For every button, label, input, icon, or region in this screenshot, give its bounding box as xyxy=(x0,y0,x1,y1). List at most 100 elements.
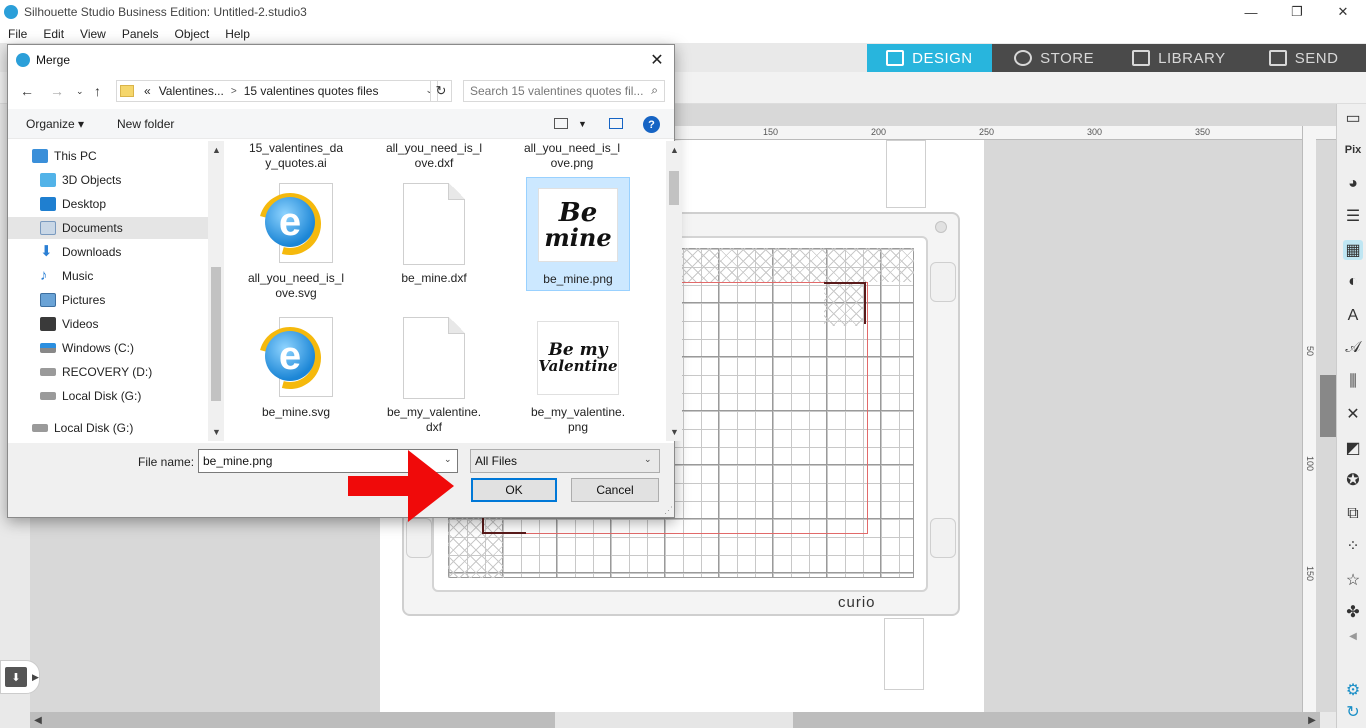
nav-pane-scrollbar-thumb[interactable] xyxy=(211,267,221,401)
text-icon[interactable]: A xyxy=(1343,306,1363,326)
menu-panels[interactable]: Panels xyxy=(114,27,167,41)
line-style-icon[interactable]: ☰ xyxy=(1343,206,1363,226)
ruler-tick: 300 xyxy=(1087,127,1103,137)
fill-color-icon[interactable]: ◕ xyxy=(1343,174,1363,194)
text-style-icon[interactable]: 𝒜 xyxy=(1343,338,1363,358)
nav-item-3d-objects[interactable]: 3D Objects xyxy=(8,169,208,191)
breadcrumb-parent[interactable]: Valentines... xyxy=(155,84,228,98)
desktop-icon xyxy=(40,197,56,211)
up-arrow-icon[interactable]: ↑ xyxy=(94,83,101,99)
tab-design[interactable]: DESIGN xyxy=(867,44,992,72)
preview-pane-icon[interactable] xyxy=(609,118,623,129)
tab-library[interactable]: LIBRARY xyxy=(1117,44,1242,72)
file-name: all_you_need_is_l xyxy=(385,141,483,155)
nav-item-videos[interactable]: Videos xyxy=(8,313,208,335)
chevron-down-icon[interactable]: ▼ xyxy=(578,119,587,129)
resize-grip-icon[interactable]: ⋰ xyxy=(664,505,673,516)
scroll-right-icon[interactable]: ▶ xyxy=(1304,712,1320,728)
nav-item-pictures[interactable]: Pictures xyxy=(8,289,208,311)
star-icon[interactable]: ☆ xyxy=(1343,570,1363,590)
menu-edit[interactable]: Edit xyxy=(35,27,72,41)
file-name: all_you_need_is_l xyxy=(523,141,621,155)
nav-item-local-disk-g[interactable]: Local Disk (G:) xyxy=(8,385,208,407)
view-options-icon[interactable] xyxy=(554,118,568,129)
ok-button[interactable]: OK xyxy=(471,478,557,502)
scroll-left-icon[interactable]: ◀ xyxy=(30,712,46,728)
nav-item-desktop[interactable]: Desktop xyxy=(8,193,208,215)
trace-icon[interactable]: ✕ xyxy=(1343,404,1363,424)
mode-tabs: DESIGN STORE LIBRARY SEND xyxy=(867,44,1366,72)
chevron-down-icon[interactable]: ⌄ xyxy=(644,454,652,465)
puzzle-icon[interactable]: ✤ xyxy=(1343,602,1363,622)
nav-item-label: Music xyxy=(62,269,94,283)
new-folder-button[interactable]: New folder xyxy=(117,117,174,131)
modify-icon[interactable]: ◩ xyxy=(1343,438,1363,458)
dialog-close-button[interactable]: ✕ xyxy=(646,49,668,71)
align-icon[interactable]: ⫼ xyxy=(1343,372,1363,392)
help-icon[interactable]: ? xyxy=(643,116,660,133)
horizontal-scrollbar-thumb[interactable] xyxy=(555,712,793,728)
ruler-tick: 350 xyxy=(1195,127,1211,137)
replicate-icon[interactable]: ⧉ xyxy=(1343,504,1363,524)
ruler-tick: 150 xyxy=(1305,566,1315,582)
scroll-down-icon[interactable]: ▼ xyxy=(670,427,679,437)
nav-item-downloads[interactable]: ⬇ Downloads xyxy=(8,241,208,263)
back-arrow-icon[interactable]: ← xyxy=(20,83,34,99)
nav-item-local-disk-g-root[interactable]: Local Disk (G:) xyxy=(8,417,208,439)
file-item-selected[interactable]: Be mine be_mine.png xyxy=(526,177,630,291)
file-type-select[interactable]: All Files xyxy=(470,449,660,473)
file-item[interactable]: e all_you_need_is_l ove.svg xyxy=(244,181,348,301)
nav-item-this-pc[interactable]: This PC xyxy=(8,145,208,167)
file-item[interactable]: Be my Valentine be_my_valentine. png xyxy=(526,315,630,435)
dialog-title: Merge xyxy=(36,53,71,67)
fill-pattern-icon[interactable]: ▦ xyxy=(1343,240,1363,260)
forward-arrow-icon[interactable]: → xyxy=(50,83,64,99)
search-input[interactable]: Search 15 valentines quotes fil... ⌕ xyxy=(463,80,665,102)
file-thumbnail: Be mine xyxy=(538,182,618,268)
close-app-button[interactable]: ✕ xyxy=(1320,0,1366,24)
restore-button[interactable]: ❐ xyxy=(1274,0,1320,24)
menu-object[interactable]: Object xyxy=(167,27,218,41)
address-bar[interactable]: « Valentines... > 15 valentines quotes f… xyxy=(116,80,438,102)
file-list-scrollbar-thumb[interactable] xyxy=(669,171,679,205)
menu-help[interactable]: Help xyxy=(217,27,258,41)
app-title: Silhouette Studio Business Edition: Unti… xyxy=(24,5,307,19)
recent-locations-icon[interactable]: ⌄ xyxy=(76,86,84,97)
knife-icon[interactable]: ⁘ xyxy=(1343,536,1363,556)
nav-item-windows-c[interactable]: Windows (C:) xyxy=(8,337,208,359)
page-setup-icon[interactable]: ▭ xyxy=(1343,108,1363,128)
library-drawer-toggle[interactable]: ⬇ ▶ xyxy=(0,660,40,694)
nav-item-documents[interactable]: Documents xyxy=(8,217,208,239)
refresh-button[interactable]: ↻ xyxy=(430,80,452,102)
scroll-down-icon[interactable]: ▼ xyxy=(212,427,221,437)
file-name: 15_valentines_da xyxy=(248,141,344,155)
transparency-icon[interactable]: ◐ xyxy=(1343,272,1363,292)
tab-store[interactable]: STORE xyxy=(992,44,1117,72)
scroll-up-icon[interactable]: ▲ xyxy=(212,145,221,155)
offset-icon[interactable]: ✪ xyxy=(1343,470,1363,490)
tab-send[interactable]: SEND xyxy=(1241,44,1366,72)
collapse-arrow-icon[interactable]: ◀ xyxy=(1343,626,1363,646)
scroll-up-icon[interactable]: ▲ xyxy=(670,145,679,155)
sync-icon[interactable]: ↻ xyxy=(1343,702,1363,722)
organize-button[interactable]: Organize ▾ xyxy=(26,117,84,131)
nav-item-music[interactable]: ♪ Music xyxy=(8,265,208,287)
file-item[interactable]: be_mine.dxf xyxy=(382,181,486,286)
nav-item-recovery-d[interactable]: RECOVERY (D:) xyxy=(8,361,208,383)
file-item[interactable]: e be_mine.svg xyxy=(244,315,348,420)
settings-gear-icon[interactable]: ⚙ xyxy=(1343,680,1363,700)
file-name: be_mine.png xyxy=(543,272,613,286)
breadcrumb-current[interactable]: 15 valentines quotes files xyxy=(240,84,383,98)
vertical-scrollbar-thumb[interactable] xyxy=(1320,375,1336,437)
menu-file[interactable]: File xyxy=(0,27,35,41)
dialog-titlebar: Merge ✕ xyxy=(8,45,674,75)
file-item[interactable]: be_my_valentine. dxf xyxy=(382,315,486,435)
file-item[interactable]: all_you_need_is_l ove.png xyxy=(520,141,624,171)
file-item[interactable]: all_you_need_is_l ove.dxf xyxy=(382,141,486,171)
breadcrumb-prefix[interactable]: « xyxy=(140,84,155,98)
menu-view[interactable]: View xyxy=(72,27,114,41)
file-item[interactable]: 15_valentines_da y_quotes.ai xyxy=(244,141,348,171)
cancel-button[interactable]: Cancel xyxy=(571,478,659,502)
minimize-button[interactable]: — xyxy=(1228,0,1274,24)
pixscan-icon[interactable]: Pix xyxy=(1343,140,1363,160)
